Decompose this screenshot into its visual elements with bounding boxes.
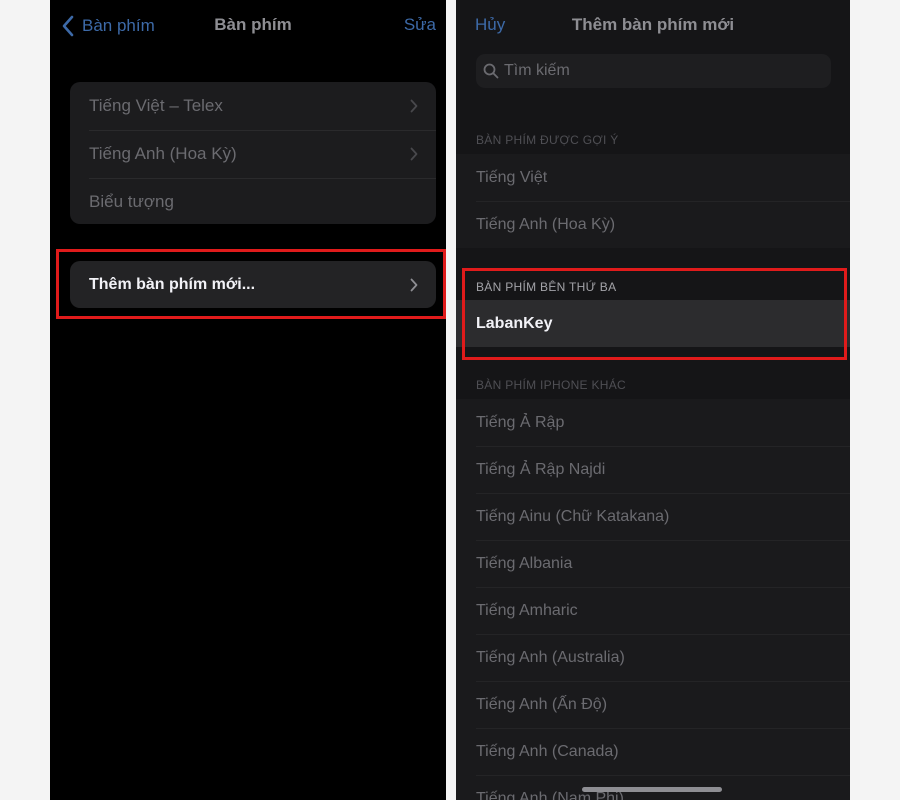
list-item-label: Tiếng Anh (Ấn Độ) — [476, 695, 608, 713]
list-item[interactable]: Tiếng Ả Rập Najdi — [456, 446, 850, 493]
list-item-label: Tiếng Albania — [476, 554, 573, 572]
list-item-label: Tiếng Anh (Australia) — [476, 648, 625, 666]
edit-button[interactable]: Sửa — [404, 15, 436, 35]
suggested-keyboards-list: Tiếng Việt Tiếng Anh (Hoa Kỳ) — [456, 154, 850, 248]
list-item-label: Tiếng Anh (Hoa Kỳ) — [476, 215, 616, 233]
keyboard-row[interactable]: Biểu tượng — [70, 178, 436, 224]
list-item-label: Tiếng Ainu (Chữ Katakana) — [476, 507, 670, 525]
search-input[interactable] — [504, 62, 804, 80]
home-indicator — [582, 787, 722, 792]
chevron-right-icon — [410, 99, 418, 113]
page-title: Bàn phím — [214, 15, 292, 34]
keyboard-row[interactable]: Tiếng Việt – Telex — [70, 82, 436, 130]
add-new-keyboard-label: Thêm bàn phím mới... — [89, 275, 256, 293]
list-item-label: Tiếng Amharic — [476, 601, 578, 619]
third-party-section-header: BÀN PHÍM BÊN THỨ BA — [476, 280, 617, 294]
third-party-section: BÀN PHÍM BÊN THỨ BA LabanKey — [456, 268, 850, 354]
keyboard-row[interactable]: Tiếng Anh (Hoa Kỳ) — [70, 130, 436, 178]
search-bar[interactable] — [476, 54, 831, 88]
other-section-header: BÀN PHÍM IPHONE KHÁC — [476, 378, 627, 392]
list-item[interactable]: Tiếng Ainu (Chữ Katakana) — [456, 493, 850, 540]
chevron-left-icon — [62, 15, 74, 37]
suggested-section-header: BÀN PHÍM ĐƯỢC GỢI Ý — [476, 133, 619, 147]
chevron-right-icon — [410, 147, 418, 161]
magnifier-icon — [483, 63, 499, 79]
list-item[interactable]: Tiếng Anh (Hoa Kỳ) — [456, 201, 850, 248]
list-item[interactable]: Tiếng Việt — [456, 154, 850, 201]
chevron-right-icon — [410, 278, 418, 292]
keyboard-row-label: Tiếng Việt – Telex — [89, 96, 223, 115]
keyboard-row-label: Tiếng Anh (Hoa Kỳ) — [89, 144, 237, 163]
list-item-label: Tiếng Việt — [476, 168, 548, 186]
right-navigation-bar: Hủy Thêm bàn phím mới — [456, 0, 850, 52]
labankey-row[interactable]: LabanKey — [456, 300, 850, 347]
list-item-label: Tiếng Ả Rập — [476, 413, 565, 431]
list-item-label: Tiếng Ả Rập Najdi — [476, 460, 606, 478]
list-item[interactable]: Tiếng Ả Rập — [456, 399, 850, 446]
sheet-title: Thêm bàn phím mới — [571, 15, 735, 34]
list-item[interactable]: Tiếng Amharic — [456, 587, 850, 634]
list-item[interactable]: Tiếng Albania — [456, 540, 850, 587]
list-item[interactable]: Tiếng Anh (Ấn Độ) — [456, 681, 850, 728]
keyboard-row-label: Biểu tượng — [89, 192, 174, 211]
left-navigation-bar: Bàn phím Bàn phím Sửa — [50, 0, 446, 52]
list-item[interactable]: Tiếng Anh (Canada) — [456, 728, 850, 775]
add-new-keyboard-row[interactable]: Thêm bàn phím mới... — [70, 261, 436, 308]
installed-keyboards-group: Tiếng Việt – Telex Tiếng Anh (Hoa Kỳ) Bi… — [70, 82, 436, 224]
add-keyboard-group: Thêm bàn phím mới... — [70, 261, 436, 308]
list-item[interactable]: Tiếng Anh (Australia) — [456, 634, 850, 681]
keyboards-settings-panel: Bàn phím Bàn phím Sửa Tiếng Việt – Telex… — [50, 0, 446, 800]
list-item-label: Tiếng Anh (Canada) — [476, 742, 619, 760]
list-item-label: LabanKey — [476, 314, 553, 332]
other-keyboards-list: Tiếng Ả Rập Tiếng Ả Rập Najdi Tiếng Ainu… — [456, 399, 850, 800]
add-keyboard-sheet: Hủy Thêm bàn phím mới BÀN PHÍM ĐƯỢC GỢI … — [456, 0, 850, 800]
